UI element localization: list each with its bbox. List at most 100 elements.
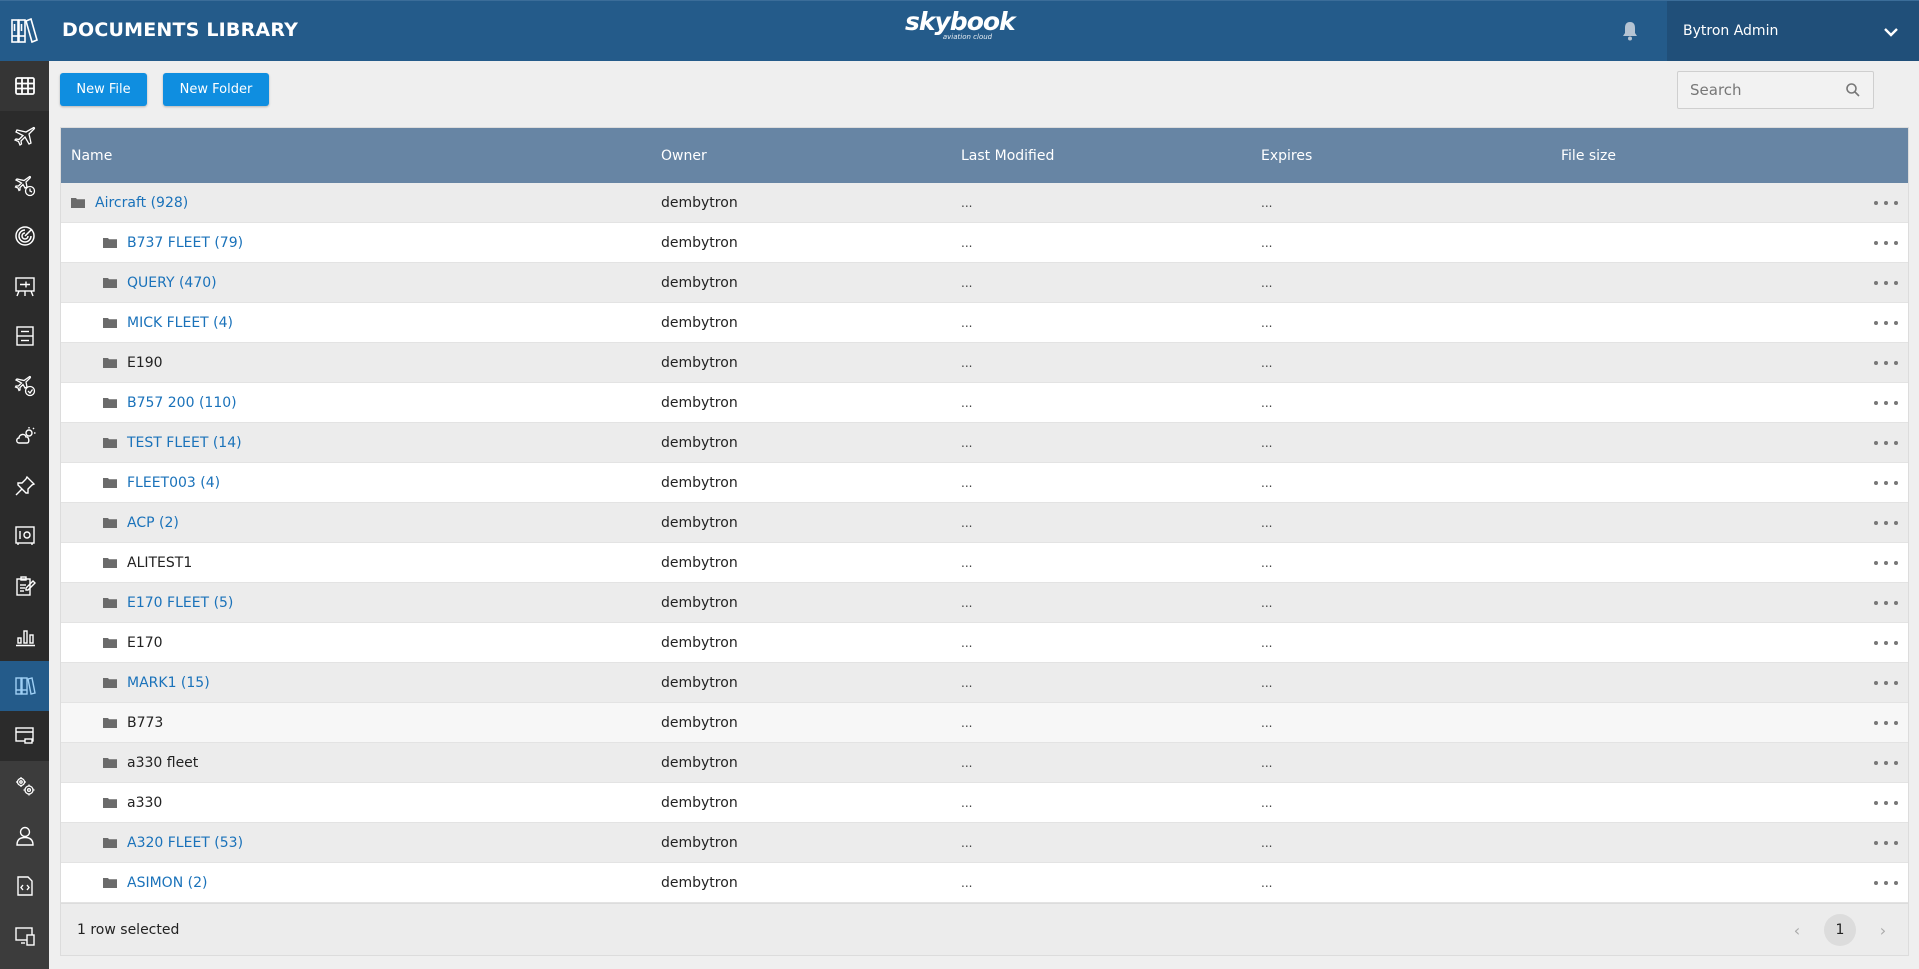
cell-last-modified: ... [961,395,973,410]
sidebar-item-users[interactable] [0,811,49,861]
more-actions-icon[interactable] [1874,197,1898,209]
table-row[interactable]: ACP (2) dembytron...... [61,503,1908,543]
more-actions-icon[interactable] [1874,317,1898,329]
pagination: ‹ 1 › [1782,914,1898,946]
cell-owner: dembytron [661,434,738,451]
folder-name[interactable]: B757 200 (110) [127,395,237,411]
sidebar-item-flight-schedule[interactable] [0,161,49,211]
more-actions-icon[interactable] [1874,557,1898,569]
new-file-button[interactable]: New File [60,73,147,106]
sidebar-item-api[interactable] [0,861,49,911]
table-row[interactable]: Aircraft (928) dembytron...... [61,183,1908,223]
folder-name[interactable]: B737 FLEET (79) [127,235,243,251]
folder-name[interactable]: MARK1 (15) [127,675,210,691]
folder-name[interactable]: MICK FLEET (4) [127,315,233,331]
folder-name[interactable]: TEST FLEET (14) [127,435,242,451]
more-actions-icon[interactable] [1874,597,1898,609]
table-row[interactable]: TEST FLEET (14) dembytron...... [61,423,1908,463]
folder-icon [103,478,117,488]
more-actions-icon[interactable] [1874,797,1898,809]
more-actions-icon[interactable] [1874,677,1898,689]
sidebar-item-documents-library[interactable] [0,661,49,711]
cell-expires: ... [1261,715,1273,730]
prev-page-button[interactable]: ‹ [1782,915,1812,945]
folder-name[interactable]: ASIMON (2) [127,875,207,891]
folder-name[interactable]: A320 FLEET (53) [127,835,243,851]
more-actions-icon[interactable] [1874,437,1898,449]
sidebar-item-dashboard[interactable] [0,61,49,111]
cell-name: B757 200 (110) [61,395,661,411]
cell-name: B773 [61,715,661,731]
table-row[interactable]: A320 FLEET (53) dembytron...... [61,823,1908,863]
sidebar-item-devices[interactable] [0,911,49,961]
table-row[interactable]: B773 dembytron...... [61,703,1908,743]
column-header-owner[interactable]: Owner [661,148,961,164]
table-row[interactable]: E190 dembytron...... [61,343,1908,383]
cell-last-modified: ... [961,515,973,530]
more-actions-icon[interactable] [1874,877,1898,889]
search-icon[interactable] [1845,82,1861,102]
cabinet-icon [15,326,34,346]
folder-name[interactable]: Aircraft (928) [95,195,188,211]
new-folder-button[interactable]: New Folder [163,73,269,106]
folder-icon [103,558,117,568]
cell-name: QUERY (470) [61,275,661,291]
column-header-file-size[interactable]: File size [1561,148,1861,164]
more-actions-icon[interactable] [1874,477,1898,489]
table-row[interactable]: a330 dembytron...... [61,783,1908,823]
table-row[interactable]: FLEET003 (4) dembytron...... [61,463,1908,503]
table-row[interactable]: ALITEST1 dembytron...... [61,543,1908,583]
more-actions-icon[interactable] [1874,637,1898,649]
sidebar-item-briefing[interactable] [0,261,49,311]
sidebar-item-weather[interactable] [0,411,49,461]
folder-icon [103,238,117,248]
table-row[interactable]: B737 FLEET (79) dembytron...... [61,223,1908,263]
sidebar-item-flights[interactable] [0,111,49,161]
more-actions-icon[interactable] [1874,237,1898,249]
sidebar-item-reports[interactable] [0,561,49,611]
cell-name: E170 FLEET (5) [61,595,661,611]
cell-last-modified: ... [961,275,973,290]
folder-name[interactable]: ACP (2) [127,515,179,531]
sidebar-item-vault[interactable] [0,511,49,561]
folder-name[interactable]: E170 FLEET (5) [127,595,233,611]
radar-icon [14,226,35,246]
cell-expires: ... [1261,755,1273,770]
table-row[interactable]: QUERY (470) dembytron...... [61,263,1908,303]
folder-icon [103,438,117,448]
more-actions-icon[interactable] [1874,357,1898,369]
more-actions-icon[interactable] [1874,517,1898,529]
more-actions-icon[interactable] [1874,757,1898,769]
column-header-last-modified[interactable]: Last Modified [961,148,1261,164]
table-row[interactable]: E170 FLEET (5) dembytron...... [61,583,1908,623]
sidebar-item-duty-times[interactable] [0,361,49,411]
notifications-bell-icon[interactable] [1621,21,1641,43]
next-page-button[interactable]: › [1868,915,1898,945]
table-row[interactable]: MICK FLEET (4) dembytron...... [61,303,1908,343]
column-header-name[interactable]: Name [61,148,661,164]
more-actions-icon[interactable] [1874,717,1898,729]
table-row[interactable]: B757 200 (110) dembytron...... [61,383,1908,423]
more-actions-icon[interactable] [1874,277,1898,289]
user-menu[interactable]: Bytron Admin [1667,1,1919,61]
sidebar-item-pins[interactable] [0,461,49,511]
column-header-expires[interactable]: Expires [1261,148,1561,164]
search-input[interactable] [1678,72,1838,108]
sidebar-item-display[interactable] [0,711,49,761]
folder-icon [103,878,117,888]
table-row[interactable]: MARK1 (15) dembytron...... [61,663,1908,703]
sidebar-item-storage[interactable] [0,311,49,361]
table-row[interactable]: E170 dembytron...... [61,623,1908,663]
more-actions-icon[interactable] [1874,397,1898,409]
sidebar-item-analytics[interactable] [0,611,49,661]
cell-last-modified: ... [961,795,973,810]
sidebar-item-settings[interactable] [0,761,49,811]
table-row[interactable]: a330 fleet dembytron...... [61,743,1908,783]
folder-icon [103,838,117,848]
folder-name[interactable]: FLEET003 (4) [127,475,220,491]
sidebar-item-tracking[interactable] [0,211,49,261]
folder-name[interactable]: QUERY (470) [127,275,217,291]
more-actions-icon[interactable] [1874,837,1898,849]
table-row[interactable]: ASIMON (2) dembytron...... [61,863,1908,903]
page-number-button[interactable]: 1 [1824,914,1856,946]
